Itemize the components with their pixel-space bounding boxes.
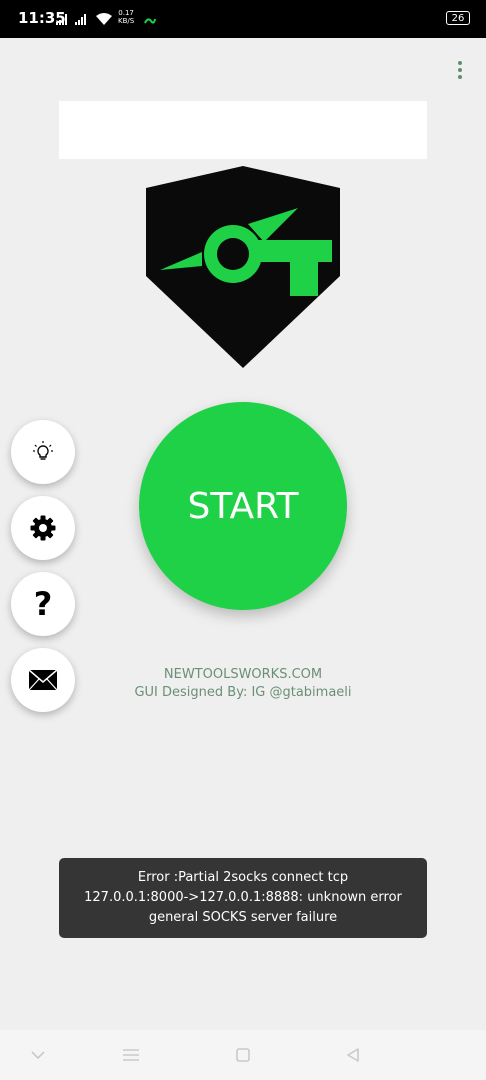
app-logo <box>146 166 340 368</box>
toast-line-2: 127.0.0.1:8000->127.0.0.1:8888: unknown … <box>84 890 402 905</box>
navigation-bar <box>0 1030 486 1080</box>
net-speed: 0.17 KB/S <box>118 9 135 25</box>
signal-wifi-icons <box>56 13 112 25</box>
toast-line-1: Error :Partial 2socks connect tcp <box>137 870 349 885</box>
lightbulb-icon <box>33 441 53 460</box>
start-button[interactable]: START <box>139 402 347 610</box>
nav-menu-button[interactable] <box>119 1044 143 1066</box>
settings-button[interactable] <box>11 496 75 560</box>
overflow-menu-icon[interactable] <box>452 58 468 84</box>
home-square-icon <box>236 1048 250 1062</box>
chevron-down-icon <box>31 1051 45 1059</box>
notification-icon <box>144 18 156 24</box>
nav-back-button[interactable] <box>341 1044 365 1066</box>
back-triangle-icon <box>347 1048 359 1062</box>
nav-home-button[interactable] <box>231 1044 255 1066</box>
error-toast: Error :Partial 2socks connect tcp 127.0.… <box>59 858 427 938</box>
ad-banner[interactable] <box>59 101 427 159</box>
battery-indicator: 26 <box>446 11 470 25</box>
nav-collapse-button[interactable] <box>26 1044 50 1066</box>
gear-icon <box>30 515 56 541</box>
tips-button[interactable] <box>11 420 75 484</box>
designer-credit: GUI Designed By: IG @gtabimaeli <box>134 685 352 700</box>
status-bar: 11:35 0.17 KB/S 26 <box>0 0 486 38</box>
menu-icon <box>123 1049 139 1061</box>
question-mark-icon: ? <box>33 585 53 623</box>
website-label: NEWTOOLSWORKS.COM <box>163 667 323 682</box>
help-button[interactable]: ? <box>11 572 75 636</box>
toast-line-3: general SOCKS server failure <box>148 910 338 925</box>
